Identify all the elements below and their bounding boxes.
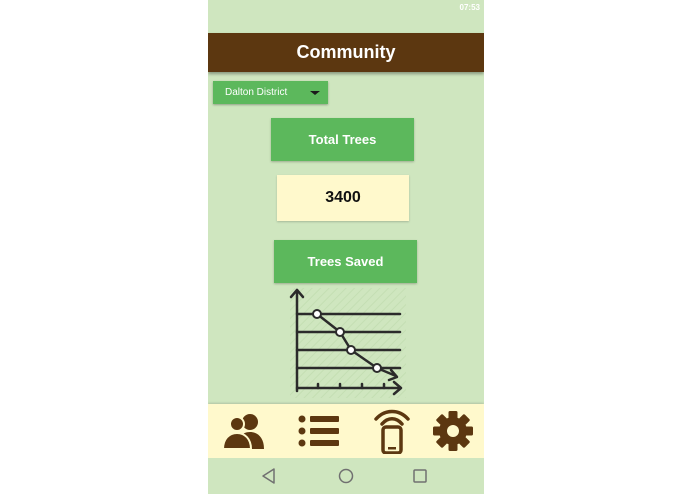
district-dropdown-value: Dalton District — [225, 87, 288, 98]
home-icon[interactable] — [335, 465, 357, 487]
page-title: Community — [296, 42, 396, 62]
bottom-nav — [208, 404, 484, 458]
total-trees-value: 3400 — [277, 175, 409, 221]
recents-icon[interactable] — [409, 465, 431, 487]
trees-saved-button[interactable]: Trees Saved — [274, 240, 417, 283]
android-nav-bar — [208, 458, 484, 494]
app-bar: Community — [208, 33, 484, 72]
status-time: 07:53 — [459, 3, 480, 12]
district-dropdown[interactable]: Dalton District — [213, 81, 328, 104]
people-icon[interactable] — [221, 409, 267, 453]
phone-signal-icon[interactable] — [369, 409, 415, 454]
chevron-down-icon — [310, 91, 320, 95]
list-icon[interactable] — [296, 409, 342, 453]
declining-line-graph-icon — [288, 286, 408, 400]
total-trees-button[interactable]: Total Trees — [271, 118, 414, 161]
back-icon[interactable] — [258, 465, 280, 487]
status-bar: 07:53 — [208, 0, 484, 18]
phone-screen: 07:53 Community Dalton District Total Tr… — [208, 0, 484, 494]
gear-icon[interactable] — [430, 409, 476, 453]
